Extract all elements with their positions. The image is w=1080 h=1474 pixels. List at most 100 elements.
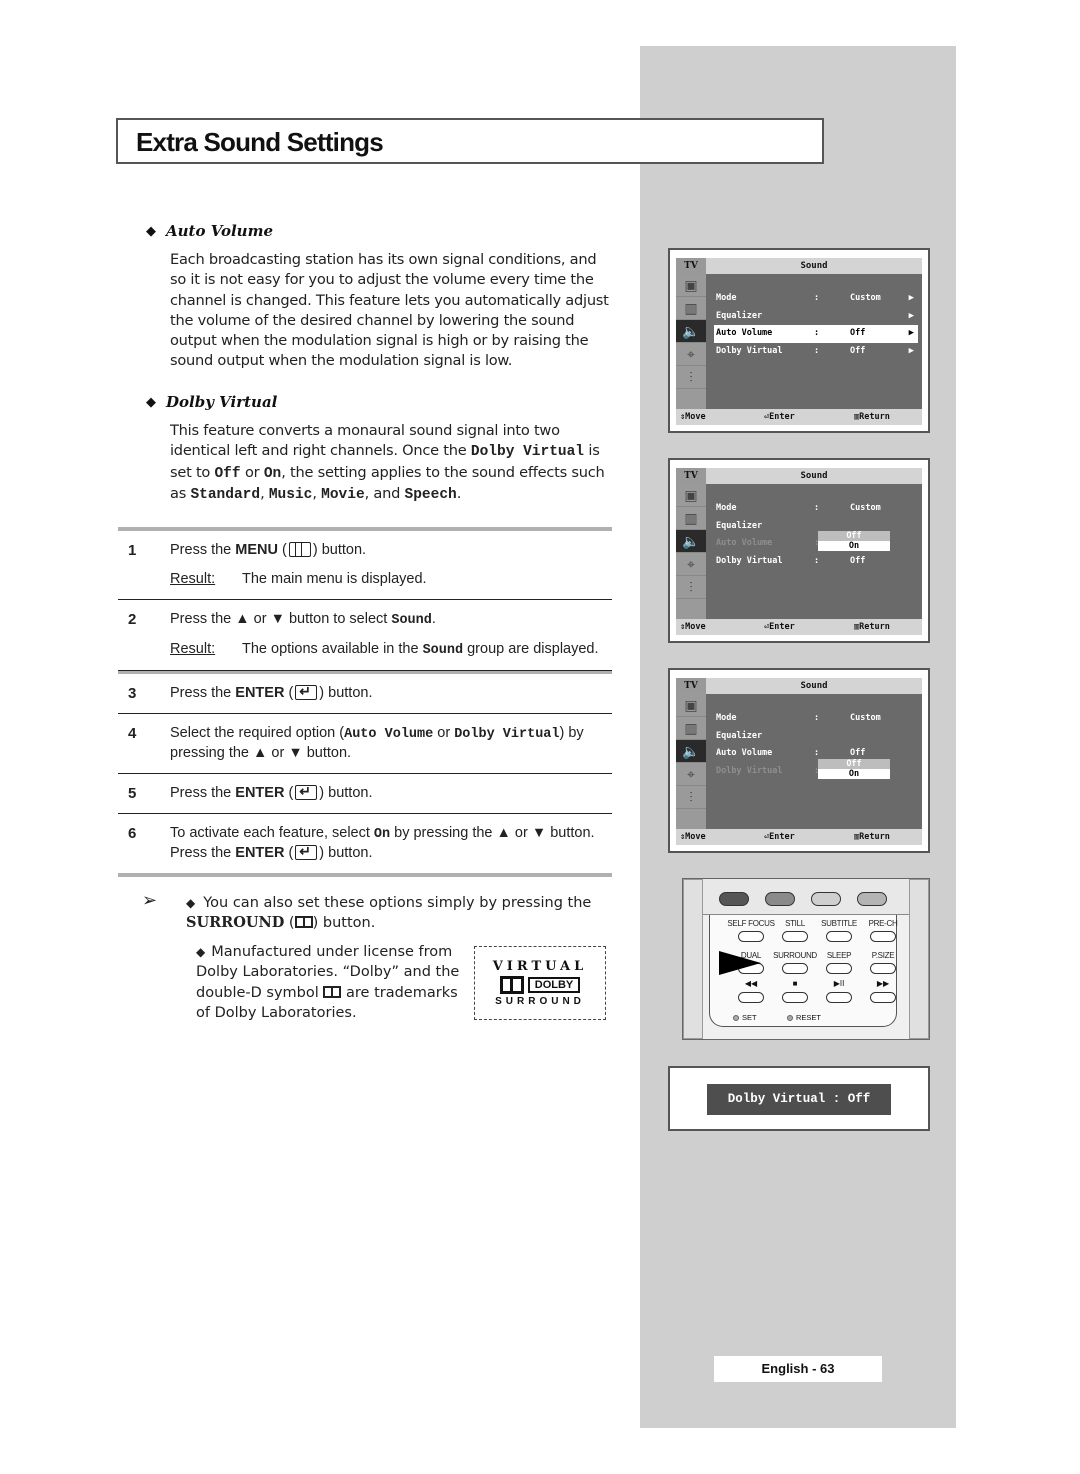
remote-button-label: SELF FOCUS: [727, 919, 775, 928]
remote-button[interactable]: [870, 931, 896, 942]
remote-button[interactable]: [782, 931, 808, 942]
osd-menu-row[interactable]: Mode: Custom: [714, 500, 918, 518]
picture-icon[interactable]: ▣: [676, 484, 706, 507]
enter-hint: ⏎ Enter: [764, 412, 795, 422]
return-hint: ▥ Return: [854, 832, 890, 842]
osd-menu-row[interactable]: Auto Volume: Off ▶: [714, 325, 918, 343]
step-item: 4 Select the required option (Auto Volum…: [118, 714, 612, 774]
tv-label: TV: [676, 468, 706, 484]
set-button[interactable]: SET: [733, 1013, 757, 1022]
channel-antenna-icon[interactable]: ⌖: [676, 343, 706, 366]
remote-button-label: SLEEP: [826, 951, 852, 960]
transport-icon: ◀◀: [744, 979, 758, 988]
remote-button[interactable]: [738, 931, 764, 942]
blue-button[interactable]: [857, 892, 887, 906]
osd-title: Sound: [706, 678, 922, 694]
feature-body: Each broadcasting station has its own si…: [170, 251, 609, 370]
remote-button[interactable]: [826, 931, 852, 942]
row-value: Custom: [850, 503, 881, 513]
pointer-arrow-icon: [719, 951, 761, 975]
row-label: Auto Volume: [716, 538, 773, 548]
osd-screen-2: TV Sound ▣ ▥ 🔈 ⌖ ⫶ Mode: Custom Equalizer A…: [668, 458, 930, 643]
green-button[interactable]: [765, 892, 795, 906]
note-arrow-icon: ➢: [142, 890, 158, 911]
channel-antenna-icon[interactable]: ⌖: [676, 763, 706, 786]
feature-dolby-virtual: ◆ Dolby Virtual This feature converts a m…: [146, 393, 616, 505]
option-on[interactable]: On: [818, 768, 890, 779]
remote-button-label: SUBTITLE: [821, 919, 857, 928]
remote-button[interactable]: [782, 963, 808, 974]
osd-footer: ⇕ Move ⏎ Enter ▥ Return: [676, 619, 922, 635]
picture-icon[interactable]: ▣: [676, 694, 706, 717]
osd-title: Sound: [706, 258, 922, 274]
yellow-button[interactable]: [811, 892, 841, 906]
remote-control-illustration: SELF FOCUS STILL SUBTITLE PRE-CH DUAL SURROUN…: [682, 878, 930, 1040]
tv-label: TV: [676, 678, 706, 694]
osd-menu-row[interactable]: Mode: Custom: [714, 710, 918, 728]
tip-note: ➢ ◆ You can also set these options simply…: [142, 890, 592, 932]
sound-icon[interactable]: 🔈: [676, 740, 706, 763]
osd-menu-row[interactable]: Mode: Custom ▶: [714, 290, 918, 308]
row-label: Equalizer: [716, 730, 763, 741]
steps-list: 1 Press the MENU () button. Result: The m…: [118, 527, 612, 877]
equalizer-icon[interactable]: ⫶: [676, 786, 706, 809]
channel-antenna-icon[interactable]: ⌖: [676, 553, 706, 576]
chevron-right-icon: ▶: [908, 345, 914, 356]
title-box: Extra Sound Settings: [116, 118, 824, 164]
row-value: Off: [850, 345, 866, 356]
remote-button[interactable]: [870, 992, 896, 1003]
picture-icon[interactable]: ▣: [676, 274, 706, 297]
double-d-icon: [323, 985, 342, 998]
osd-menu: TV Sound ▣ ▥ 🔈 ⌖ ⫶ Mode: Custom Equalizer A…: [676, 468, 922, 635]
feature-heading: Dolby Virtual: [166, 393, 278, 411]
remote-button[interactable]: [826, 992, 852, 1003]
tv-label: TV: [676, 258, 706, 274]
option-off[interactable]: Off: [818, 758, 890, 769]
remote-button[interactable]: [738, 992, 764, 1003]
osd-sidebar: ▣ ▥ 🔈 ⌖ ⫶: [676, 484, 706, 619]
reset-button[interactable]: RESET: [787, 1013, 821, 1022]
remote-button-label: STILL: [785, 919, 805, 928]
row-value: Off: [850, 328, 866, 338]
osd-menu-row[interactable]: Equalizer: [714, 728, 918, 746]
osd-screen-3: TV Sound ▣ ▥ 🔈 ⌖ ⫶ Mode: Custom Equalizer A…: [668, 668, 930, 853]
equalizer-icon[interactable]: ⫶: [676, 576, 706, 599]
move-hint: ⇕ Move: [680, 412, 706, 422]
transport-icon: ▶II: [833, 979, 845, 988]
setup-icon[interactable]: ▥: [676, 507, 706, 530]
row-label: Mode: [716, 503, 737, 513]
osd-footer: ⇕ Move ⏎ Enter ▥ Return: [676, 409, 922, 425]
red-button[interactable]: [719, 892, 749, 906]
remote-button[interactable]: [870, 963, 896, 974]
step-item: 2 Press the ▲ or ▼ button to select Soun…: [118, 600, 612, 671]
enter-icon: [295, 842, 318, 861]
setup-icon[interactable]: ▥: [676, 297, 706, 320]
diamond-bullet-icon: ◆: [186, 896, 196, 910]
diamond-bullet-icon: ◆: [196, 945, 206, 959]
option-on[interactable]: On: [818, 541, 890, 551]
divider: [118, 873, 612, 877]
remote-button[interactable]: [782, 992, 808, 1003]
move-hint: ⇕ Move: [680, 622, 706, 632]
option-dropdown[interactable]: Off On: [818, 531, 890, 551]
sound-icon[interactable]: 🔈: [676, 320, 706, 343]
option-dropdown[interactable]: Off On: [818, 758, 890, 779]
feature-heading: Auto Volume: [166, 222, 273, 240]
step-item: 3 Press the ENTER () button.: [118, 674, 612, 714]
return-hint: ▥ Return: [854, 622, 890, 632]
remote-button[interactable]: [826, 963, 852, 974]
osd-menu-row[interactable]: Dolby Virtual: Off: [714, 553, 918, 571]
double-d-icon: [294, 916, 313, 928]
page-title: Extra Sound Settings: [136, 127, 384, 157]
sound-icon[interactable]: 🔈: [676, 530, 706, 553]
page-number: English - 63: [714, 1356, 882, 1382]
option-off[interactable]: Off: [818, 531, 890, 541]
row-label: Mode: [716, 713, 737, 723]
menu-icon: [288, 542, 311, 557]
equalizer-icon[interactable]: ⫶: [676, 366, 706, 389]
osd-menu-row[interactable]: Equalizer ▶: [714, 308, 918, 326]
chevron-right-icon: ▶: [908, 310, 914, 321]
setup-icon[interactable]: ▥: [676, 717, 706, 740]
row-value: Custom: [850, 293, 881, 303]
osd-menu-row[interactable]: Dolby Virtual: Off ▶: [714, 343, 918, 361]
